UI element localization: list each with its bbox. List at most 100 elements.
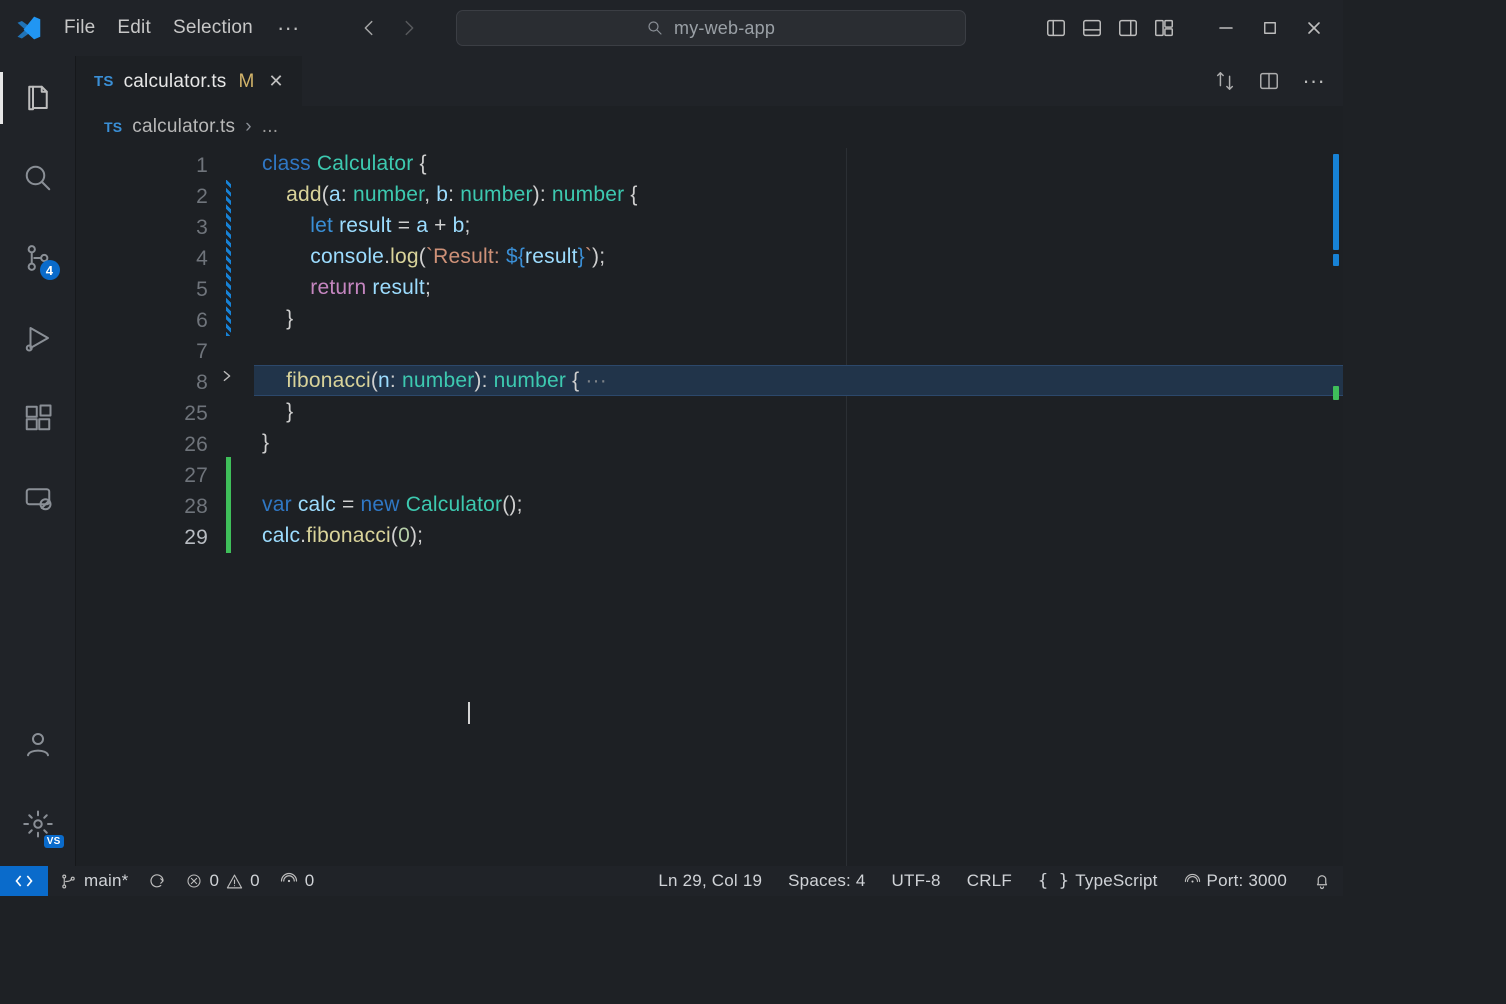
- breadcrumb-trail: ...: [262, 116, 278, 138]
- layout-panel-icon[interactable]: [1081, 17, 1103, 39]
- title-bar: File Edit Selection ··· my-web-app: [0, 0, 1343, 56]
- tab-lang-badge: TS: [94, 73, 114, 90]
- tab-overflow-icon[interactable]: ···: [1302, 68, 1325, 94]
- nav-back-icon[interactable]: [358, 17, 380, 39]
- title-right: [1045, 17, 1335, 39]
- window-controls: [1215, 17, 1325, 39]
- split-editor-icon[interactable]: [1258, 70, 1280, 92]
- window-close-icon[interactable]: [1303, 17, 1325, 39]
- activity-run-icon[interactable]: [18, 318, 58, 358]
- vscode-window: File Edit Selection ··· my-web-app: [0, 0, 1343, 896]
- branch-name: main*: [84, 871, 128, 891]
- remote-indicator[interactable]: [0, 866, 48, 896]
- line-number: 27: [136, 460, 208, 491]
- search-placeholder: my-web-app: [674, 18, 775, 39]
- line-number: 3: [136, 212, 208, 243]
- status-ports[interactable]: 0: [280, 871, 315, 891]
- breadcrumb-lang-badge: TS: [104, 119, 122, 135]
- code-line: calc.fibonacci(0);: [254, 520, 1343, 551]
- nav-forward-icon[interactable]: [398, 17, 420, 39]
- code-line: }: [254, 396, 1343, 427]
- status-problems[interactable]: 0 0: [186, 871, 259, 891]
- status-bar: main* 0 0 0 Ln 29, Col 19 Spaces: 4 UTF-…: [0, 866, 1343, 896]
- code-line: var calc = new Calculator();: [254, 489, 1343, 520]
- tab-bar: TS calculator.ts M ✕ ···: [76, 56, 1343, 106]
- code-editor[interactable]: 1 2 3 4 5 6 7 8 25 26 27 28 29: [76, 148, 1343, 866]
- layout-primary-icon[interactable]: [1045, 17, 1067, 39]
- vscode-logo-icon: [8, 8, 48, 48]
- search-icon: [646, 19, 664, 37]
- activity-settings-icon[interactable]: VS: [18, 804, 58, 844]
- editor-region: TS calculator.ts M ✕ ··· TS calculator.t…: [76, 56, 1343, 866]
- menu-overflow-icon[interactable]: ···: [277, 15, 300, 41]
- window-maximize-icon[interactable]: [1259, 17, 1281, 39]
- status-eol[interactable]: CRLF: [967, 871, 1012, 891]
- code-line-folded: fibonacci(n: number): number { ···: [254, 365, 1343, 396]
- line-number: 2: [136, 181, 208, 212]
- status-language[interactable]: { }TypeScript: [1038, 871, 1158, 891]
- breadcrumb[interactable]: TS calculator.ts › ...: [76, 106, 1343, 148]
- minimap-modified-marker: [1333, 154, 1339, 250]
- activity-account-icon[interactable]: [18, 724, 58, 764]
- code-line: console.log(`Result: ${result}`);: [254, 241, 1343, 272]
- line-number: 26: [136, 429, 208, 460]
- menu-selection[interactable]: Selection: [173, 17, 253, 39]
- tab-actions: ···: [1214, 56, 1343, 106]
- tab-close-icon[interactable]: ✕: [269, 71, 284, 92]
- scm-badge: 4: [40, 260, 60, 280]
- code-line: class Calculator {: [254, 148, 1343, 179]
- ports-count: 0: [305, 871, 315, 891]
- secondary-cursor: [468, 702, 470, 724]
- nav-arrows: [358, 17, 420, 39]
- layout-customize-icon[interactable]: [1153, 17, 1175, 39]
- tab-calculator[interactable]: TS calculator.ts M ✕: [76, 56, 302, 106]
- status-port-forward[interactable]: Port: 3000: [1184, 871, 1287, 891]
- activity-remote-icon[interactable]: [18, 478, 58, 518]
- minimap-modified-marker: [1333, 254, 1339, 266]
- status-lncol[interactable]: Ln 29, Col 19: [658, 871, 762, 891]
- activity-explorer-icon[interactable]: [18, 78, 58, 118]
- menu-edit[interactable]: Edit: [117, 17, 151, 39]
- chevron-right-icon: ›: [245, 116, 252, 138]
- code-line: }: [254, 303, 1343, 334]
- minimap[interactable]: [1325, 148, 1343, 866]
- activity-bar: 4 VS: [0, 56, 76, 866]
- compare-changes-icon[interactable]: [1214, 70, 1236, 92]
- settings-profile-badge: VS: [44, 835, 64, 848]
- app-body: 4 VS TS cal: [0, 56, 1343, 866]
- activity-extensions-icon[interactable]: [18, 398, 58, 438]
- status-spaces[interactable]: Spaces: 4: [788, 871, 865, 891]
- status-sync[interactable]: [148, 872, 166, 890]
- line-number: 5: [136, 274, 208, 305]
- line-number: 8: [136, 367, 208, 398]
- line-number: 4: [136, 243, 208, 274]
- warning-count: 0: [250, 871, 260, 891]
- line-number: 29: [136, 522, 208, 553]
- line-number: 7: [136, 336, 208, 367]
- error-count: 0: [209, 871, 219, 891]
- tab-file-name: calculator.ts: [124, 71, 227, 93]
- window-minimize-icon[interactable]: [1215, 17, 1237, 39]
- status-right: Ln 29, Col 19 Spaces: 4 UTF-8 CRLF { }Ty…: [658, 871, 1331, 891]
- activity-search-icon[interactable]: [18, 158, 58, 198]
- menu-bar: File Edit Selection: [64, 17, 253, 39]
- breadcrumb-file: calculator.ts: [132, 116, 235, 138]
- code-line: return result;: [254, 272, 1343, 303]
- activity-scm-icon[interactable]: 4: [18, 238, 58, 278]
- status-encoding[interactable]: UTF-8: [892, 871, 941, 891]
- command-center-search[interactable]: my-web-app: [456, 10, 966, 46]
- code-line: }: [254, 427, 1343, 458]
- notifications-bell-icon[interactable]: [1313, 872, 1331, 890]
- fold-collapsed-icon[interactable]: [220, 369, 234, 383]
- diff-added-marker: [226, 457, 231, 553]
- line-number: 28: [136, 491, 208, 522]
- layout-secondary-icon[interactable]: [1117, 17, 1139, 39]
- tab-modified-badge: M: [239, 71, 255, 93]
- gutter: 1 2 3 4 5 6 7 8 25 26 27 28 29: [76, 148, 246, 866]
- line-number: 25: [136, 398, 208, 429]
- status-branch[interactable]: main*: [60, 871, 128, 891]
- menu-file[interactable]: File: [64, 17, 95, 39]
- line-number: 1: [136, 150, 208, 181]
- minimap-added-marker: [1333, 386, 1339, 400]
- diff-modified-marker: [226, 180, 231, 336]
